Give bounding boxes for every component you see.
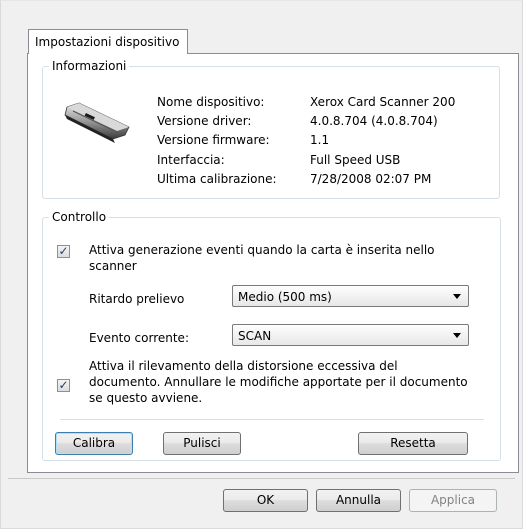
device-settings-dialog: Impostazioni dispositivo Informazioni No… <box>0 0 523 529</box>
chevron-down-icon <box>453 294 461 299</box>
control-group-title: Controllo <box>49 209 110 225</box>
tab-panel: Informazioni Nome dispositivo: Xerox Car… <box>27 53 519 473</box>
skew-detection-line1: Attiva il rilevamento della distorsione … <box>89 359 398 373</box>
reset-button[interactable]: Resetta <box>358 432 468 455</box>
interface-label: Interfaccia: <box>157 153 225 167</box>
current-event-select[interactable]: SCAN <box>232 324 469 346</box>
tab-device-settings[interactable]: Impostazioni dispositivo <box>28 29 189 54</box>
event-generation-text: Attiva generazione eventi quando la cart… <box>89 242 435 274</box>
check-icon: ✓ <box>58 244 69 258</box>
skew-detection-line3: se questo avviene. <box>89 391 203 405</box>
footer-divider <box>8 478 515 479</box>
event-generation-checkbox[interactable]: ✓ <box>57 244 70 258</box>
calibrate-button[interactable]: Calibra <box>55 432 133 455</box>
last-calibration-value: 7/28/2008 02:07 PM <box>310 172 432 186</box>
info-group: Informazioni Nome dispositivo: Xerox Car… <box>42 58 500 199</box>
check-icon: ✓ <box>58 378 69 392</box>
scanner-image <box>64 102 130 143</box>
info-group-title: Informazioni <box>49 58 130 74</box>
firmware-version-value: 1.1 <box>310 133 330 147</box>
apply-button[interactable]: Applica <box>409 489 497 512</box>
device-name-label: Nome dispositivo: <box>157 95 265 109</box>
skew-detection-line2: documento. Annullare le modifiche apport… <box>89 375 468 389</box>
cancel-button[interactable]: Annulla <box>316 489 401 512</box>
event-generation-line1: Attiva generazione eventi quando la cart… <box>89 243 435 257</box>
event-generation-line2: scanner <box>89 259 137 273</box>
current-event-label: Evento corrente: <box>89 331 189 345</box>
current-event-value: SCAN <box>238 329 272 343</box>
skew-detection-text: Attiva il rilevamento della distorsione … <box>89 358 468 406</box>
pick-delay-value: Medio (500 ms) <box>238 290 332 304</box>
driver-version-label: Versione driver: <box>157 114 252 128</box>
driver-version-value: 4.0.8.704 (4.0.8.704) <box>310 114 438 128</box>
control-group: Controllo ✓ Attiva generazione eventi qu… <box>42 209 501 461</box>
chevron-down-icon <box>453 333 461 338</box>
clean-button[interactable]: Pulisci <box>163 432 241 455</box>
tab-label: Impostazioni dispositivo <box>35 35 180 49</box>
control-separator <box>60 419 484 420</box>
device-name-value: Xerox Card Scanner 200 <box>310 95 456 109</box>
pick-delay-select[interactable]: Medio (500 ms) <box>232 285 469 307</box>
firmware-version-label: Versione firmware: <box>157 133 270 147</box>
pick-delay-label: Ritardo prelievo <box>89 292 185 306</box>
last-calibration-label: Ultima calibrazione: <box>157 172 277 186</box>
interface-value: Full Speed USB <box>310 153 401 167</box>
ok-button[interactable]: OK <box>223 489 308 512</box>
skew-detection-checkbox[interactable]: ✓ <box>57 378 70 392</box>
